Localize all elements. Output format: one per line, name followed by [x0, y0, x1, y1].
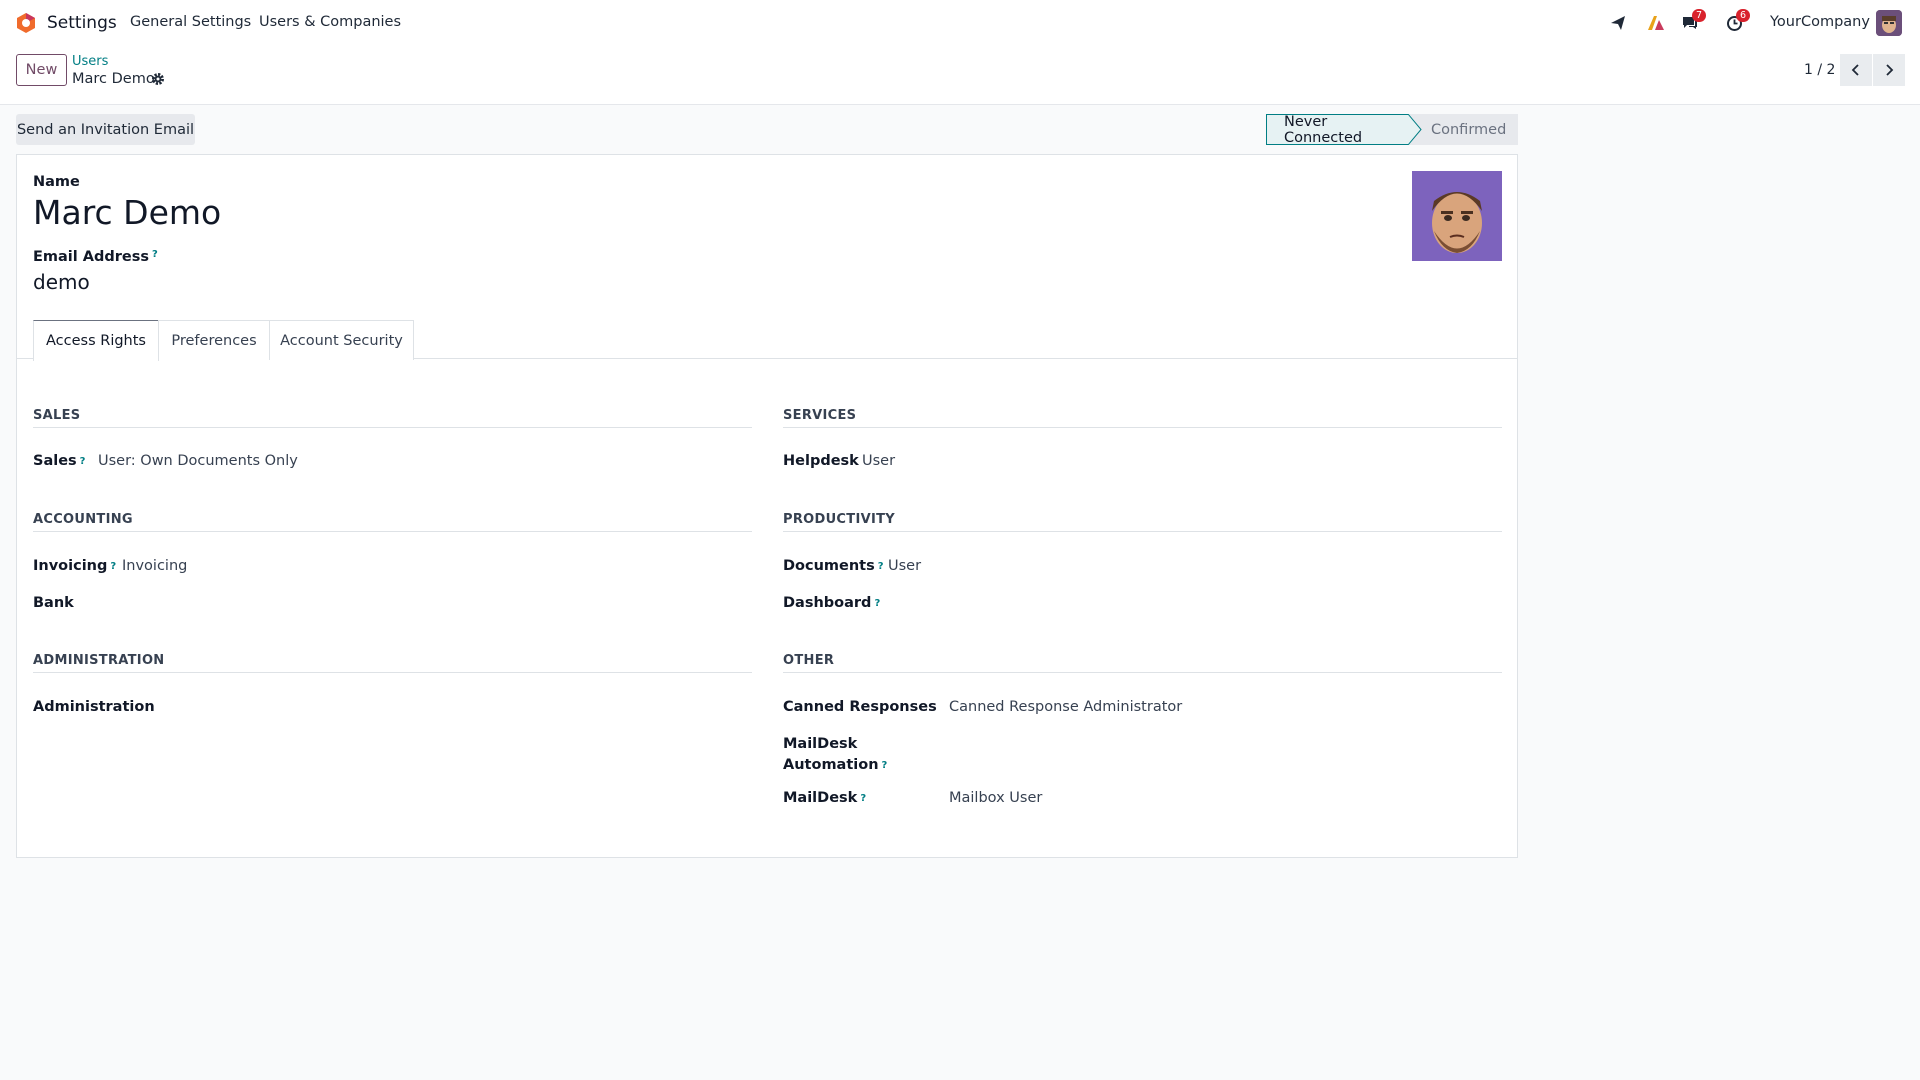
stage-arrow [1408, 114, 1422, 145]
section-divider [33, 531, 752, 532]
tab-preferences[interactable]: Preferences [158, 320, 270, 360]
field-label-dashboard: Dashboard? [783, 595, 881, 611]
field-label-bank: Bank [33, 595, 74, 611]
section-accounting: ACCOUNTING [33, 512, 133, 527]
field-value-documents[interactable]: User [888, 558, 921, 574]
section-divider [783, 531, 1502, 532]
help-icon[interactable]: ? [878, 561, 884, 572]
field-label-helpdesk: Helpdesk [783, 453, 859, 469]
email-label: Email Address? [33, 249, 158, 265]
form-tabs: Access Rights Preferences Account Securi… [17, 320, 1517, 361]
field-label-invoicing: Invoicing? [33, 558, 117, 574]
gear-icon[interactable] [151, 72, 165, 86]
pager-value[interactable]: 1 / 2 [1804, 62, 1835, 78]
field-value-invoicing[interactable]: Invoicing [122, 558, 187, 574]
pager-previous-button[interactable] [1840, 54, 1872, 86]
section-administration: ADMINISTRATION [33, 653, 165, 668]
activity-badge: 6 [1736, 9, 1750, 22]
form-sheet: Name Marc Demo Email Address? demo Acces… [16, 154, 1518, 858]
pager-next-button[interactable] [1873, 54, 1905, 86]
field-label-administration: Administration [33, 699, 155, 715]
help-icon[interactable]: ? [874, 598, 880, 609]
section-productivity: PRODUCTIVITY [783, 512, 895, 527]
field-label-maildesk: MailDesk? [783, 790, 867, 806]
control-panel: New Users Marc Demo 1 / 2 [0, 45, 1920, 105]
user-avatar[interactable] [1876, 10, 1902, 36]
field-value-maildesk[interactable]: Mailbox User [949, 790, 1042, 806]
paper-plane-icon[interactable] [1607, 12, 1629, 34]
app-logo-icon[interactable] [15, 12, 37, 34]
tab-access-rights[interactable]: Access Rights [33, 320, 159, 361]
name-label: Name [33, 174, 80, 190]
field-value-sales[interactable]: User: Own Documents Only [98, 453, 298, 469]
menu-general-settings[interactable]: General Settings [130, 14, 251, 30]
section-divider [783, 427, 1502, 428]
help-icon[interactable]: ? [152, 249, 158, 260]
breadcrumb-users[interactable]: Users [72, 54, 108, 69]
field-value-helpdesk[interactable]: User [862, 453, 895, 469]
field-label-documents: Documents? [783, 558, 884, 574]
chevron-right-icon [1886, 64, 1894, 76]
help-icon[interactable]: ? [882, 760, 888, 771]
app-name[interactable]: Settings [47, 13, 117, 33]
new-button[interactable]: New [16, 54, 67, 86]
field-label-canned-responses: Canned Responses [783, 699, 937, 715]
clock-icon[interactable]: 6 [1723, 9, 1750, 34]
email-value[interactable]: demo [33, 270, 90, 294]
send-invitation-button[interactable]: Send an Invitation Email [16, 114, 195, 145]
section-divider [33, 672, 752, 673]
section-services: SERVICES [783, 408, 857, 423]
top-navbar: Settings General Settings Users & Compan… [0, 0, 1920, 45]
chat-icon[interactable]: 7 [1679, 9, 1706, 34]
tab-account-security[interactable]: Account Security [269, 320, 414, 360]
menu-users-companies[interactable]: Users & Companies [259, 14, 401, 30]
stage-never-connected[interactable]: Never Connected [1266, 114, 1409, 146]
section-divider [783, 672, 1502, 673]
ai-icon[interactable] [1645, 12, 1667, 34]
help-icon[interactable]: ? [80, 456, 86, 467]
company-switcher[interactable]: YourCompany [1770, 14, 1870, 30]
field-label-sales: Sales? [33, 453, 86, 469]
section-divider [33, 427, 752, 428]
field-label-maildesk-automation: MailDesk Automation? [783, 736, 888, 773]
section-sales: SALES [33, 408, 81, 423]
field-value-canned-responses[interactable]: Canned Response Administrator [949, 699, 1182, 715]
chevron-left-icon [1851, 64, 1859, 76]
chat-badge: 7 [1692, 9, 1706, 22]
user-photo[interactable] [1412, 171, 1502, 261]
help-icon[interactable]: ? [110, 561, 116, 572]
breadcrumb-current: Marc Demo [72, 71, 155, 87]
name-value[interactable]: Marc Demo [33, 193, 221, 232]
help-icon[interactable]: ? [860, 793, 866, 804]
section-other: OTHER [783, 653, 835, 668]
stage-confirmed[interactable]: Confirmed [1409, 114, 1518, 145]
